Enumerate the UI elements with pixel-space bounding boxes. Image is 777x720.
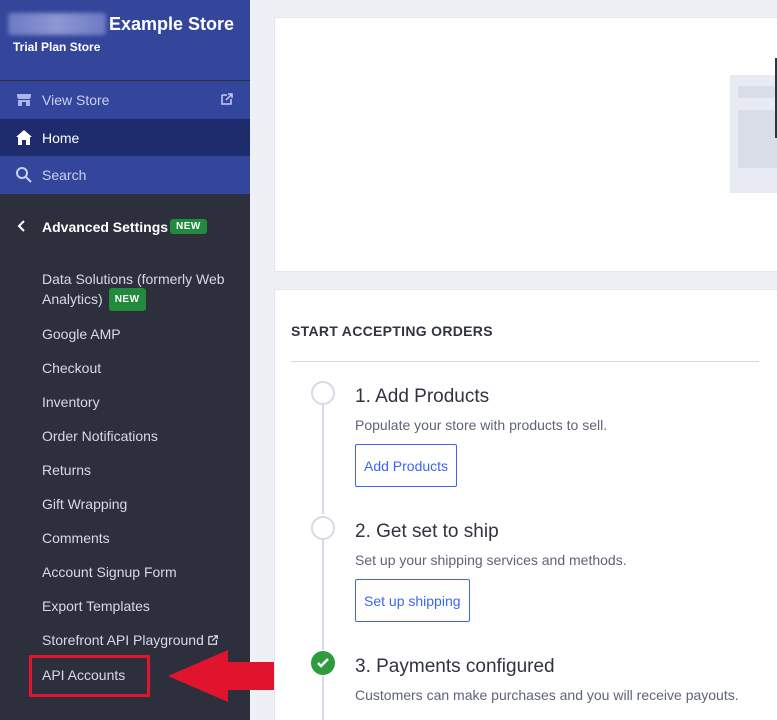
nav-search[interactable]: Search [0, 156, 250, 194]
timeline-line [322, 405, 324, 514]
step-description: Customers can make purchases and you wil… [355, 687, 739, 703]
set-up-shipping-button[interactable]: Set up shipping [355, 579, 470, 622]
step-title: 2. Get set to ship [355, 521, 499, 542]
nav-view-store-label: View Store [42, 92, 110, 108]
advanced-settings-header[interactable]: Advanced Settings NEW [0, 206, 250, 246]
new-badge: NEW [108, 288, 146, 311]
start-accepting-orders-card: START ACCEPTING ORDERS 1. Add Products P… [274, 289, 777, 720]
welcome-card [274, 17, 777, 272]
advanced-settings-title: Advanced Settings [42, 219, 169, 235]
placeholder-block [738, 110, 777, 168]
section-title: START ACCEPTING ORDERS [291, 323, 493, 339]
external-link-icon [207, 635, 218, 645]
sidebar-item-google-amp[interactable]: Google AMP [42, 325, 121, 344]
chevron-left-icon[interactable] [16, 220, 28, 232]
sidebar-item-data-solutions[interactable]: Data Solutions (formerly Web Analytics) N… [42, 270, 242, 312]
nav-view-store[interactable]: View Store [0, 81, 250, 119]
checkmark-icon [317, 658, 329, 668]
external-link-icon[interactable] [220, 92, 234, 106]
nav-home-label: Home [42, 130, 80, 146]
step-title: 3. Payments configured [355, 656, 555, 677]
home-icon [16, 130, 32, 145]
sidebar-item-inventory[interactable]: Inventory [42, 393, 100, 412]
store-plan: Trial Plan Store [13, 40, 101, 54]
new-badge: NEW [170, 219, 207, 234]
timeline-line [322, 540, 324, 650]
sidebar-item-order-notifications[interactable]: Order Notifications [42, 427, 158, 446]
step-status-circle [311, 381, 335, 405]
nav-search-label: Search [42, 167, 87, 183]
highlight-box [29, 655, 150, 697]
sidebar-item-label: Storefront API Playground [42, 632, 204, 648]
placeholder-bar [738, 86, 777, 98]
step-title: 1. Add Products [355, 386, 490, 407]
storefront-icon [17, 94, 31, 106]
timeline-line [322, 676, 324, 720]
sidebar-item-account-signup-form[interactable]: Account Signup Form [42, 563, 177, 582]
sidebar-item-gift-wrapping[interactable]: Gift Wrapping [42, 495, 127, 514]
sidebar-item-export-templates[interactable]: Export Templates [42, 597, 150, 616]
sidebar-item-comments[interactable]: Comments [42, 529, 110, 548]
divider [291, 361, 759, 362]
add-products-button[interactable]: Add Products [355, 444, 458, 487]
store-header: Example Store Trial Plan Store [0, 0, 250, 80]
nav-home[interactable]: Home [0, 119, 250, 157]
step-status-circle [311, 516, 335, 540]
sidebar-item-checkout[interactable]: Checkout [42, 359, 101, 378]
store-name: Example Store [109, 14, 235, 34]
step-description: Set up your shipping services and method… [355, 552, 627, 568]
sidebar-item-returns[interactable]: Returns [42, 461, 91, 480]
redacted-logo [8, 13, 106, 35]
search-icon [16, 167, 32, 183]
sidebar: Example Store Trial Plan Store View Stor… [0, 0, 250, 720]
step-status-circle [311, 651, 335, 675]
step-description: Populate your store with products to sel… [355, 417, 608, 433]
